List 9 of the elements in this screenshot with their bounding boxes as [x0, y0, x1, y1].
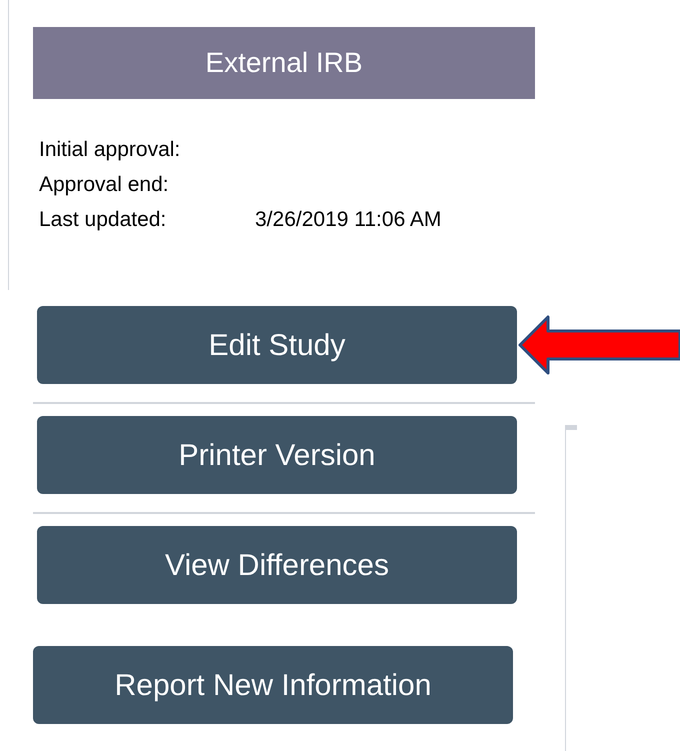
detail-label: Approval end: — [39, 172, 170, 198]
action-button[interactable]: Edit Study — [37, 306, 517, 384]
action-button[interactable]: Report New Information — [33, 646, 513, 724]
action-button[interactable]: Printer Version — [37, 416, 517, 494]
detail-label: Last updated: — [39, 207, 168, 233]
detail-value: 3/26/2019 11:06 AM — [255, 207, 442, 233]
action-button[interactable]: View Differences — [37, 526, 517, 604]
section-title: External IRB — [205, 46, 363, 80]
detail-label: Initial approval: — [39, 137, 182, 163]
